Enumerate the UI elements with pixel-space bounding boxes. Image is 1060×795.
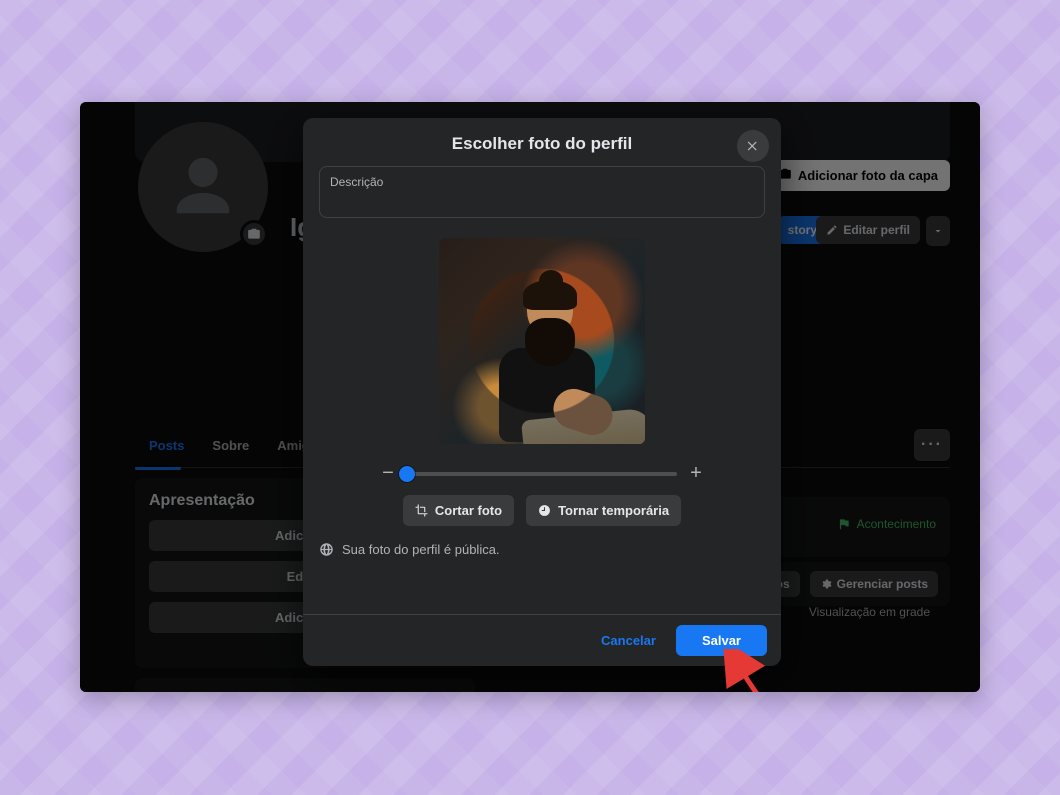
modal-body: Descrição − bbox=[303, 166, 781, 614]
make-temporary-label: Tornar temporária bbox=[558, 503, 669, 518]
make-temporary-button[interactable]: Tornar temporária bbox=[526, 495, 681, 526]
public-notice-row: Sua foto do perfil é pública. bbox=[319, 538, 765, 569]
description-input[interactable]: Descrição bbox=[319, 166, 765, 218]
zoom-in-button[interactable]: + bbox=[689, 462, 703, 485]
crop-icon bbox=[415, 504, 428, 517]
modal-title: Escolher foto do perfil bbox=[303, 134, 781, 154]
facebook-app-window: Adicionar foto da capa Igor story Editar… bbox=[80, 102, 980, 692]
modal-header: Escolher foto do perfil bbox=[303, 118, 781, 166]
save-button[interactable]: Salvar bbox=[676, 625, 767, 656]
crop-photo-label: Cortar foto bbox=[435, 503, 502, 518]
page-background: Adicionar foto da capa Igor story Editar… bbox=[0, 0, 1060, 795]
photo-subject bbox=[483, 282, 603, 442]
modal-close-button[interactable] bbox=[737, 130, 769, 162]
public-notice-text: Sua foto do perfil é pública. bbox=[342, 542, 500, 557]
close-icon bbox=[746, 139, 760, 153]
modal-footer: Cancelar Salvar bbox=[303, 614, 781, 666]
zoom-slider[interactable] bbox=[407, 472, 677, 476]
crop-photo-button[interactable]: Cortar foto bbox=[403, 495, 514, 526]
zoom-out-button[interactable]: − bbox=[381, 462, 395, 485]
cancel-button[interactable]: Cancelar bbox=[589, 625, 668, 656]
choose-profile-photo-modal: Escolher foto do perfil Descrição bbox=[303, 118, 781, 666]
globe-icon bbox=[319, 542, 334, 557]
zoom-slider-thumb[interactable] bbox=[399, 466, 415, 482]
clock-icon bbox=[538, 504, 551, 517]
description-placeholder: Descrição bbox=[330, 175, 383, 189]
photo-tools-row: Cortar foto Tornar temporária bbox=[319, 495, 765, 526]
zoom-control: − + bbox=[319, 462, 765, 485]
photo-preview[interactable] bbox=[439, 238, 645, 444]
